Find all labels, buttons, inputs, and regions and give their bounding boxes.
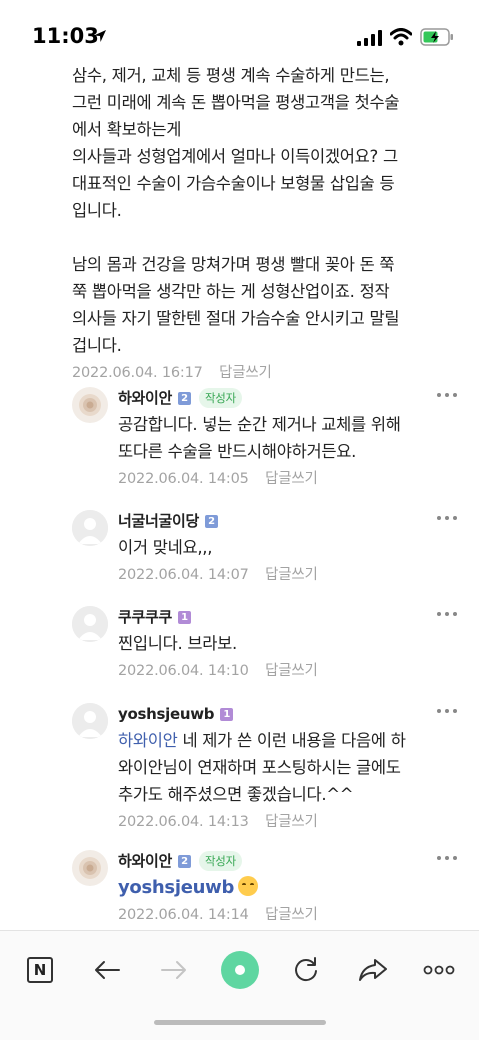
green-dot-icon: [221, 951, 259, 989]
comment-author-name[interactable]: 하와이안: [118, 387, 172, 409]
comment-text: 공감합니다. 넣는 순간 제거나 교체를 위해 또다른 수술을 반드시해야하거든…: [118, 415, 401, 461]
post-reply-button[interactable]: 답글쓰기: [219, 365, 272, 381]
location-arrow-icon: [94, 30, 106, 42]
more-button[interactable]: [420, 951, 458, 989]
comment-date: 2022.06.04. 14:13: [118, 814, 249, 830]
mention-link[interactable]: 하와이안: [118, 731, 178, 750]
comment-author-name[interactable]: 쿠쿠쿠쿠: [118, 606, 172, 628]
default-profile-icon: [72, 606, 108, 642]
reload-icon: [295, 957, 317, 982]
green-dot-button[interactable]: [221, 951, 259, 989]
default-profile-icon: [72, 510, 108, 546]
comment-text: 이거 맞네요,,,: [118, 538, 213, 557]
home-indicator: [154, 1020, 326, 1025]
avatar[interactable]: [72, 703, 108, 739]
more-options-icon[interactable]: [437, 856, 459, 864]
comment-reply-button[interactable]: 답글쓰기: [265, 567, 318, 583]
share-button[interactable]: [354, 951, 392, 989]
avatar[interactable]: [72, 387, 108, 423]
level-badge: 1: [220, 707, 234, 721]
comment-reply-button[interactable]: 답글쓰기: [265, 907, 318, 923]
comment-date: 2022.06.04. 14:07: [118, 567, 249, 583]
smiling-face-emoji-icon: [238, 876, 259, 896]
rose-avatar-icon: [72, 850, 108, 886]
post-text: 삼수, 제거, 교체 등 평생 계속 수술하게 만드는, 그런 미래에 계속 돈…: [72, 66, 400, 355]
level-badge: 2: [178, 854, 192, 868]
avatar[interactable]: [72, 510, 108, 546]
avatar[interactable]: [72, 606, 108, 642]
post-meta: 2022.06.04. 16:17 답글쓰기: [72, 361, 464, 382]
comment-author-name[interactable]: 너굴너굴이당: [118, 510, 199, 532]
post-date: 2022.06.04. 16:17: [72, 365, 203, 381]
status-time: 11:03: [32, 24, 99, 48]
more-options-icon[interactable]: [437, 393, 459, 401]
comment-author-name[interactable]: yoshsjeuwb: [118, 703, 215, 725]
more-options-icon[interactable]: [437, 709, 459, 717]
level-badge: 1: [178, 610, 192, 624]
battery-charging-icon: [420, 28, 453, 46]
reload-button[interactable]: [287, 951, 325, 989]
arrow-left-icon: [95, 961, 120, 979]
comment-author-name[interactable]: 하와이안: [118, 850, 172, 872]
comment-reply-button[interactable]: 답글쓰기: [265, 663, 318, 679]
comment-date: 2022.06.04. 14:05: [118, 471, 249, 487]
avatar[interactable]: [72, 850, 108, 886]
naver-home-button[interactable]: N: [21, 951, 59, 989]
more-dots-icon: [423, 965, 455, 975]
default-profile-icon: [72, 703, 108, 739]
comment-text: yoshsjeuwb: [118, 874, 448, 901]
naver-n-icon: N: [27, 957, 53, 983]
cellular-signal-icon: [357, 30, 382, 46]
comment-reply-button[interactable]: 답글쓰기: [265, 814, 318, 830]
forward-button[interactable]: [155, 951, 193, 989]
more-options-icon[interactable]: [437, 612, 459, 620]
author-badge: 작성자: [199, 851, 242, 871]
browser-toolbar: N: [0, 930, 479, 1040]
post-content: 삼수, 제거, 교체 등 평생 계속 수술하게 만드는, 그런 미래에 계속 돈…: [72, 62, 464, 382]
comment-date: 2022.06.04. 14:14: [118, 907, 249, 923]
mention-link[interactable]: yoshsjeuwb: [118, 877, 234, 898]
status-bar: 11:03: [0, 0, 479, 60]
back-button[interactable]: [88, 951, 126, 989]
more-options-icon[interactable]: [437, 516, 459, 524]
arrow-right-icon: [161, 961, 186, 979]
comment-text: 찐입니다. 브라보.: [118, 634, 237, 653]
level-badge: 2: [178, 391, 192, 405]
share-arrow-icon: [359, 959, 387, 981]
level-badge: 2: [205, 514, 219, 528]
comment-text: 하와이안 네 제가 쓴 이런 내용을 다음에 하 와이안님이 연재하며 포스팅하…: [118, 727, 458, 808]
author-badge: 작성자: [199, 388, 242, 408]
wifi-icon: [390, 28, 412, 46]
comment-date: 2022.06.04. 14:10: [118, 663, 249, 679]
rose-avatar-icon: [72, 387, 108, 423]
comment-reply-button[interactable]: 답글쓰기: [265, 471, 318, 487]
